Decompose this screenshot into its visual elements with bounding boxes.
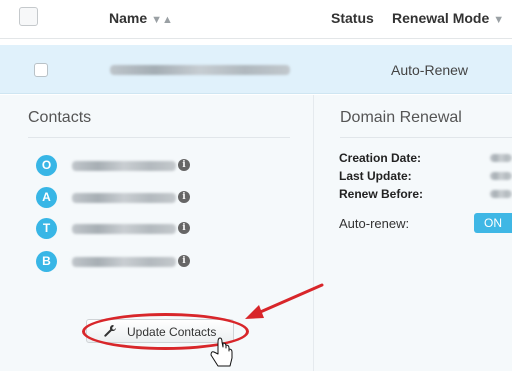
domain-details-panel: Contacts O i A i T i B i Update Contacts… (0, 95, 512, 371)
renewal-column-header[interactable]: Renewal Mode ▼ (392, 10, 504, 26)
redacted-last-update (490, 172, 512, 180)
wrench-icon (104, 325, 116, 337)
contact-type-badge: B (36, 251, 57, 272)
redacted-contact-name (72, 257, 176, 267)
domain-row[interactable]: Auto-Renew (0, 45, 512, 94)
contact-item: A i (36, 187, 256, 209)
update-contacts-label: Update Contacts (127, 325, 217, 339)
last-update-label: Last Update: (339, 169, 412, 183)
renew-before-label: Renew Before: (339, 187, 424, 201)
contact-item: T i (36, 218, 256, 240)
contact-item: O i (36, 155, 256, 177)
auto-renew-label: Auto-renew: (339, 216, 410, 231)
redacted-renew-before (490, 190, 512, 198)
update-contacts-button[interactable]: Update Contacts (86, 319, 234, 343)
renewal-header-label: Renewal Mode (392, 10, 490, 26)
name-header-label: Name (109, 10, 148, 26)
redacted-domain-name (110, 65, 290, 75)
contact-type-badge: T (36, 218, 57, 239)
creation-date-label: Creation Date: (339, 151, 422, 165)
panel-divider (313, 95, 314, 371)
status-column-header[interactable]: Status (331, 10, 374, 26)
select-all-checkbox[interactable] (19, 7, 38, 26)
info-icon[interactable]: i (178, 222, 190, 234)
renewal-mode-value: Auto-Renew (391, 62, 469, 78)
redacted-contact-name (72, 224, 176, 234)
contact-type-badge: A (36, 187, 57, 208)
sort-down-icon[interactable]: ▼ (493, 14, 504, 26)
info-icon[interactable]: i (178, 255, 190, 267)
info-icon[interactable]: i (178, 159, 190, 171)
renewal-rule (340, 137, 512, 138)
contacts-title: Contacts (28, 109, 92, 126)
contacts-rule (28, 137, 290, 138)
auto-renew-toggle[interactable]: ON (474, 213, 512, 233)
redacted-contact-name (72, 193, 176, 203)
table-header: Name ▼▲ Status Renewal Mode ▼ (0, 0, 512, 39)
info-icon[interactable]: i (178, 191, 190, 203)
contact-type-badge: O (36, 155, 57, 176)
redacted-contact-name (72, 161, 176, 171)
domain-renewal-title: Domain Renewal (340, 109, 462, 126)
sort-arrows-icon[interactable]: ▼▲ (151, 14, 173, 26)
contact-item: B i (36, 251, 256, 273)
redacted-creation-date (490, 154, 512, 162)
domain-row-checkbox[interactable] (34, 63, 48, 77)
name-column-header[interactable]: Name ▼▲ (109, 10, 173, 26)
